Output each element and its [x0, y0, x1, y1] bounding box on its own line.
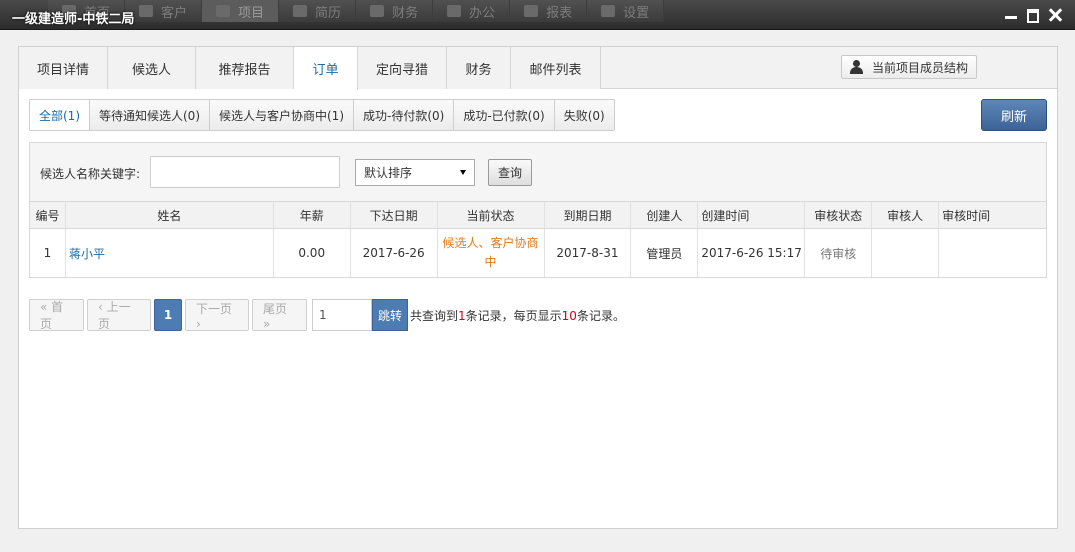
- topnav-item-project[interactable]: 项目: [202, 0, 280, 22]
- tab-project-details[interactable]: 项目详情: [19, 47, 108, 89]
- row-salary: 0.00: [274, 229, 351, 277]
- filter-awaiting-notice[interactable]: 等待通知候选人(0): [90, 100, 210, 130]
- chat-icon: [601, 5, 616, 17]
- header-audit-time: 审核时间: [942, 208, 991, 223]
- row-auditor: [872, 229, 940, 277]
- topnav-item-resume[interactable]: 简历: [279, 0, 357, 22]
- jump-page-input[interactable]: 1: [312, 299, 372, 331]
- row-due-date: 2017-8-31: [545, 229, 632, 277]
- topnav-label: 设置: [623, 5, 650, 21]
- header-salary: 年薪: [274, 202, 351, 228]
- search-bar: 候选人名称关键字: 默认排序 查询: [29, 142, 1047, 202]
- header-name: 姓名: [66, 202, 274, 228]
- tab-mail-list[interactable]: 邮件列表: [511, 47, 601, 89]
- filter-negotiating[interactable]: 候选人与客户协商中(1): [210, 100, 354, 130]
- filter-success-paid[interactable]: 成功-已付款(0): [454, 100, 555, 130]
- header-auditor: 审核人: [872, 202, 940, 228]
- per-page-count: 10: [561, 308, 577, 323]
- grid-icon: [139, 5, 154, 17]
- topnav-item-report[interactable]: 报表: [510, 0, 588, 22]
- tab-finance[interactable]: 财务: [447, 47, 511, 89]
- current-page-button[interactable]: 1: [154, 299, 182, 331]
- topnav-item-customer[interactable]: 客户: [125, 0, 203, 22]
- query-button[interactable]: 查询: [488, 159, 532, 186]
- audit-status-text: 待审核: [820, 246, 857, 261]
- pie-chart-icon: [524, 5, 539, 17]
- order-status-text: 候选人、客户协商中: [442, 236, 539, 269]
- last-page-button[interactable]: 尾页 »: [252, 299, 307, 331]
- header-issue-date: 下达日期: [351, 202, 438, 228]
- title-bar: 首页 客户 项目 简历 财务 办公 报表 设置 一级建造师-中铁二局: [0, 0, 1075, 30]
- topnav-label: 客户: [161, 5, 188, 21]
- header-creator: 创建人: [631, 202, 699, 228]
- topnav-item-finance[interactable]: 财务: [356, 0, 434, 22]
- tab-targeted-hunting[interactable]: 定向寻猎: [358, 47, 447, 89]
- candidate-keyword-input[interactable]: [150, 156, 340, 188]
- users-icon: [293, 5, 308, 17]
- dropdown-arrow-icon: [460, 170, 466, 175]
- row-creator: 管理员: [631, 229, 699, 277]
- tab-orders[interactable]: 订单: [294, 47, 358, 90]
- main-panel: 项目详情 候选人 推荐报告 订单 定向寻猎 财务 邮件列表 当前项目成员结构 全…: [18, 46, 1058, 529]
- maximize-icon[interactable]: [1025, 7, 1041, 23]
- candidate-name-link[interactable]: 蒋小平: [69, 245, 105, 262]
- pagination: « 首页 ‹ 上一页 1 下一页 › 尾页 » 1 跳转 共查询到1条记录，每页…: [29, 299, 625, 331]
- sort-selected-value: 默认排序: [364, 166, 413, 180]
- sort-select[interactable]: 默认排序: [355, 159, 475, 186]
- row-id: 1: [30, 229, 66, 277]
- folder-icon: [216, 5, 231, 17]
- topnav-label: 财务: [392, 5, 419, 21]
- filter-all[interactable]: 全部(1): [30, 100, 90, 130]
- header-due-date: 到期日期: [545, 202, 632, 228]
- tab-recommend-report[interactable]: 推荐报告: [196, 47, 294, 89]
- minimize-icon[interactable]: [1003, 7, 1019, 23]
- tab-candidates[interactable]: 候选人: [108, 47, 196, 89]
- printer-icon: [447, 5, 462, 17]
- filter-failed[interactable]: 失败(0): [554, 100, 614, 130]
- top-navigation: 首页 客户 项目 简历 财务 办公 报表 设置: [48, 0, 665, 22]
- row-name-cell: 蒋小平: [66, 229, 274, 277]
- row-audit-status-cell: 待审核: [805, 229, 873, 277]
- search-label: 候选人名称关键字:: [40, 167, 141, 181]
- topnav-item-settings[interactable]: 设置: [587, 0, 665, 22]
- pager-info-prefix: 共查询到: [410, 308, 459, 323]
- first-page-button[interactable]: « 首页: [29, 299, 84, 331]
- project-tabs: 项目详情 候选人 推荐报告 订单 定向寻猎 财务 邮件列表 当前项目成员结构: [19, 47, 1057, 90]
- topnav-label: 办公: [469, 5, 496, 21]
- orders-table: 编号 姓名 年薪 下达日期 当前状态 到期日期 创建人 创建时间 审核状态 审核…: [29, 202, 1047, 278]
- row-issue-date: 2017-6-26: [351, 229, 438, 277]
- pager-info-mid: 条记录，每页显示: [465, 308, 562, 323]
- window-title: 一级建造师-中铁二局: [12, 12, 135, 27]
- close-icon[interactable]: [1047, 7, 1063, 23]
- window-controls: [1003, 7, 1063, 23]
- row-created-time: 2017-6-26 15:17: [698, 229, 806, 277]
- prev-page-button[interactable]: ‹ 上一页: [87, 299, 151, 331]
- jump-button[interactable]: 跳转: [372, 299, 408, 331]
- row-audit-time: [939, 229, 1046, 277]
- calculator-icon: [370, 5, 385, 17]
- table-row: 1 蒋小平 0.00 2017-6-26 候选人、客户协商中 2017-8-31…: [30, 229, 1046, 277]
- header-id: 编号: [30, 202, 66, 228]
- pager-info-suffix: 条记录。: [576, 308, 625, 323]
- topnav-item-office[interactable]: 办公: [433, 0, 511, 22]
- row-status-cell: 候选人、客户协商中: [438, 229, 545, 277]
- topnav-label: 简历: [315, 5, 342, 21]
- refresh-button[interactable]: 刷新: [981, 99, 1047, 131]
- table-header: 编号 姓名 年薪 下达日期 当前状态 到期日期 创建人 创建时间 审核状态 审核…: [30, 202, 1046, 229]
- project-members-button[interactable]: 当前项目成员结构: [840, 55, 977, 79]
- members-button-label: 当前项目成员结构: [871, 60, 968, 75]
- user-group-icon: [849, 60, 866, 74]
- topnav-label: 报表: [546, 5, 573, 21]
- next-page-button[interactable]: 下一页 ›: [185, 299, 249, 331]
- filter-success-unpaid[interactable]: 成功-待付款(0): [354, 100, 455, 130]
- total-count: 1: [458, 308, 466, 323]
- header-status: 当前状态: [438, 202, 545, 228]
- header-audit-status: 审核状态: [805, 202, 873, 228]
- pager-info: 共查询到1条记录，每页显示10条记录。: [410, 307, 625, 324]
- order-status-filters: 全部(1) 等待通知候选人(0) 候选人与客户协商中(1) 成功-待付款(0) …: [29, 99, 615, 131]
- header-created-time: 创建时间: [698, 202, 806, 228]
- topnav-label: 项目: [238, 5, 265, 21]
